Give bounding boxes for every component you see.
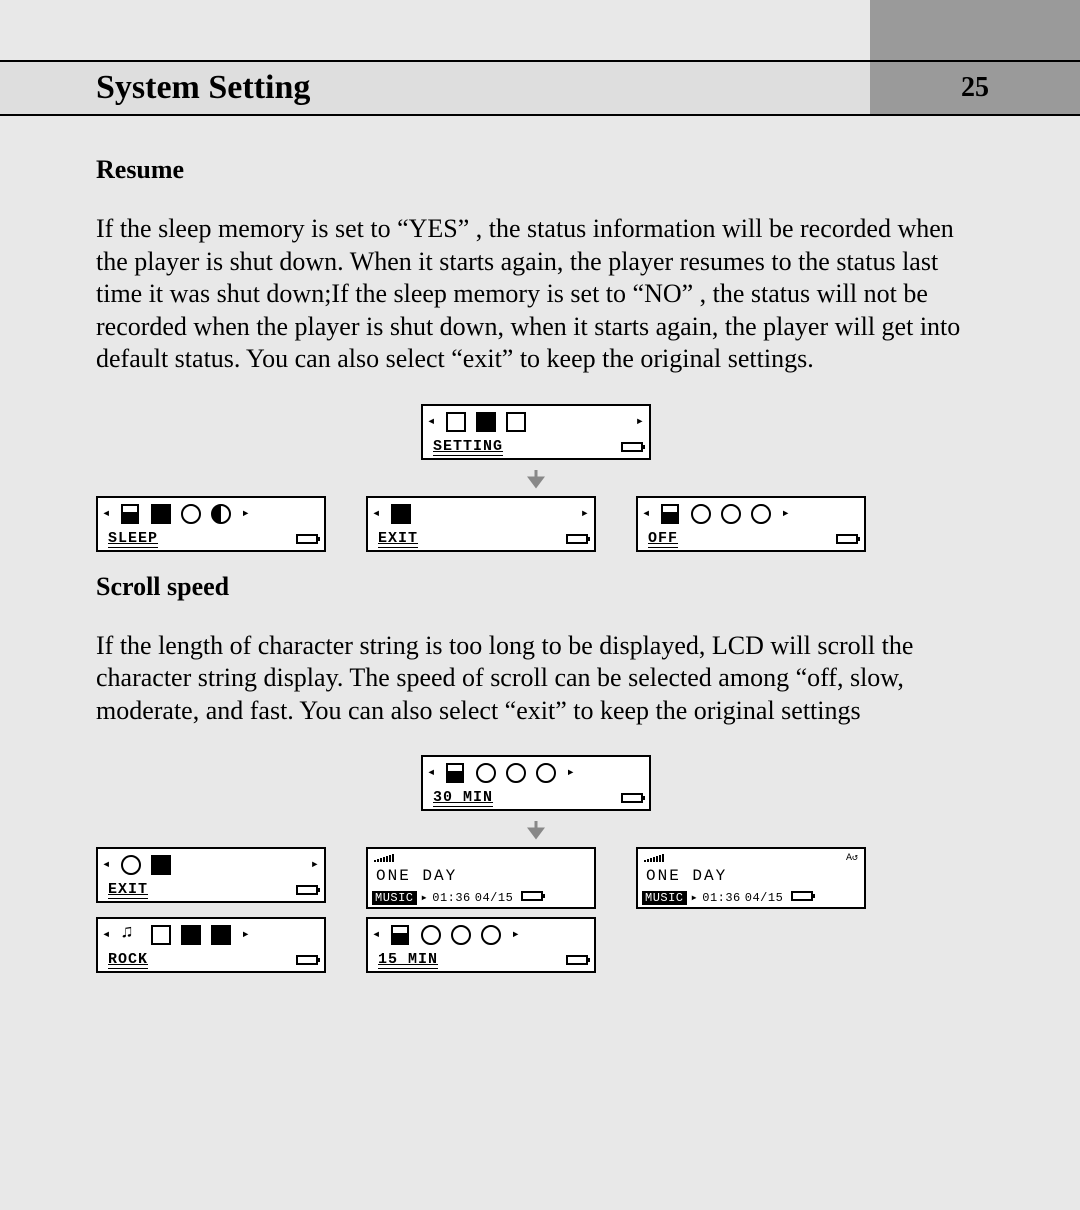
note-icon xyxy=(121,925,141,945)
min15-icon xyxy=(421,925,441,945)
lcd-sleep-label: SLEEP xyxy=(108,530,158,548)
eq-icon xyxy=(151,925,171,945)
exit-icon xyxy=(391,504,411,524)
section-heading-resume: Resume xyxy=(96,155,976,185)
battery-icon xyxy=(296,885,318,895)
lcd-oneday-2-text: ONE DAY xyxy=(646,867,727,885)
list-icon xyxy=(446,412,466,432)
battery-icon xyxy=(791,891,813,901)
arrow-left-icon: ◂ xyxy=(427,415,436,429)
arrow-right-icon: ▸ xyxy=(566,766,575,780)
arrow-left-icon: ◂ xyxy=(642,507,651,521)
arrow-right-icon: ▸ xyxy=(581,507,590,521)
disable-icon xyxy=(661,504,681,524)
battery-icon xyxy=(521,891,543,901)
min30-icon xyxy=(721,504,741,524)
repeat-icon: A↺ xyxy=(846,852,858,864)
arrow-left-icon: ◂ xyxy=(372,507,381,521)
tools-icon xyxy=(476,412,496,432)
track-label: 04/15 xyxy=(745,891,784,905)
battery-icon xyxy=(566,955,588,965)
lcd-exit-label: EXIT xyxy=(378,530,418,548)
arrow-right-icon: ▸ xyxy=(511,928,520,942)
lcd-30min-label: 30 MIN xyxy=(433,789,493,807)
play-icon: ▸ xyxy=(691,890,699,905)
lcd-rock: ◂ ▸ ROCK xyxy=(96,917,326,973)
lcd-oneday-1: ONE DAY MUSIC ▸ 01:36 04/15 xyxy=(366,847,596,909)
min45-icon xyxy=(536,763,556,783)
min15-icon xyxy=(691,504,711,524)
disable-icon xyxy=(446,763,466,783)
play-icon: ▸ xyxy=(421,890,429,905)
min15-icon xyxy=(476,763,496,783)
hand-icon xyxy=(181,925,201,945)
lcd-off-label: OFF xyxy=(648,530,678,548)
resume-paragraph: If the sleep memory is set to “YES” , th… xyxy=(96,213,976,376)
lcd-30min: ◂ ▸ 30 MIN xyxy=(421,755,651,811)
music-badge: MUSIC xyxy=(372,891,417,905)
battery-icon xyxy=(296,955,318,965)
battery-icon xyxy=(566,534,588,544)
sleep-icon xyxy=(181,504,201,524)
lcd-15min-label: 15 MIN xyxy=(378,951,438,969)
top-tab xyxy=(870,0,1080,60)
disable-icon xyxy=(391,925,411,945)
volume-icon xyxy=(644,854,664,862)
time-label: 01:36 xyxy=(432,891,471,905)
battery-icon xyxy=(621,793,643,803)
min30-icon xyxy=(506,763,526,783)
scroll-icon xyxy=(151,504,171,524)
lcd-off: ◂ ▸ OFF xyxy=(636,496,866,552)
page-number: 25 xyxy=(870,62,1080,114)
arrow-right-icon: ▸ xyxy=(241,928,250,942)
contrast-icon xyxy=(211,504,231,524)
title-bar: System Setting 25 xyxy=(0,60,1080,116)
battery-icon xyxy=(836,534,858,544)
time-label: 01:36 xyxy=(702,891,741,905)
min45-icon xyxy=(751,504,771,524)
arrow-right-icon: ▸ xyxy=(311,858,320,872)
battery-icon xyxy=(296,534,318,544)
scroll-paragraph: If the length of character string is too… xyxy=(96,630,976,728)
lcd-setting-label: SETTING xyxy=(433,438,503,456)
volume-icon xyxy=(374,854,394,862)
exit-icon xyxy=(151,855,171,875)
min45-icon xyxy=(481,925,501,945)
arrow-right-icon: ▸ xyxy=(241,507,250,521)
resume-icon xyxy=(121,504,141,524)
track-label: 04/15 xyxy=(475,891,514,905)
min30-icon xyxy=(451,925,471,945)
arrow-left-icon: ◂ xyxy=(372,928,381,942)
lcd-15min: ◂ ▸ 15 MIN xyxy=(366,917,596,973)
arrow-left-icon: ◂ xyxy=(102,858,111,872)
car-icon xyxy=(211,925,231,945)
arrow-left-icon: ◂ xyxy=(102,928,111,942)
lcd-exit2-label: EXIT xyxy=(108,881,148,899)
arrow-right-icon: ▸ xyxy=(781,507,790,521)
arrow-down-icon xyxy=(96,819,976,841)
battery-icon xyxy=(621,442,643,452)
lcd-oneday-2: A↺ ONE DAY MUSIC ▸ 01:36 04/15 xyxy=(636,847,866,909)
page-title: System Setting xyxy=(0,69,870,107)
arrow-left-icon: ◂ xyxy=(102,507,111,521)
lcd-setting: ◂ ▸ SETTING xyxy=(421,404,651,460)
lcd-oneday-1-text: ONE DAY xyxy=(376,867,457,885)
scroll-diagram: ◂ ▸ 30 MIN xyxy=(96,755,976,973)
card-icon xyxy=(506,412,526,432)
resume-diagram: ◂ ▸ SETTING xyxy=(96,404,976,552)
lcd-sleep: ◂ ▸ SLEEP xyxy=(96,496,326,552)
arrow-left-icon: ◂ xyxy=(427,766,436,780)
min60-icon xyxy=(121,855,141,875)
lcd-exit: ◂ ▸ EXIT xyxy=(366,496,596,552)
arrow-right-icon: ▸ xyxy=(636,415,645,429)
music-badge: MUSIC xyxy=(642,891,687,905)
arrow-down-icon xyxy=(96,468,976,490)
manual-page: System Setting 25 Resume If the sleep me… xyxy=(0,0,1080,1210)
content-area: Resume If the sleep memory is set to “YE… xyxy=(96,135,976,983)
section-heading-scroll: Scroll speed xyxy=(96,572,976,602)
lcd-exit2: ◂ ▸ EXIT xyxy=(96,847,326,903)
lcd-rock-label: ROCK xyxy=(108,951,148,969)
